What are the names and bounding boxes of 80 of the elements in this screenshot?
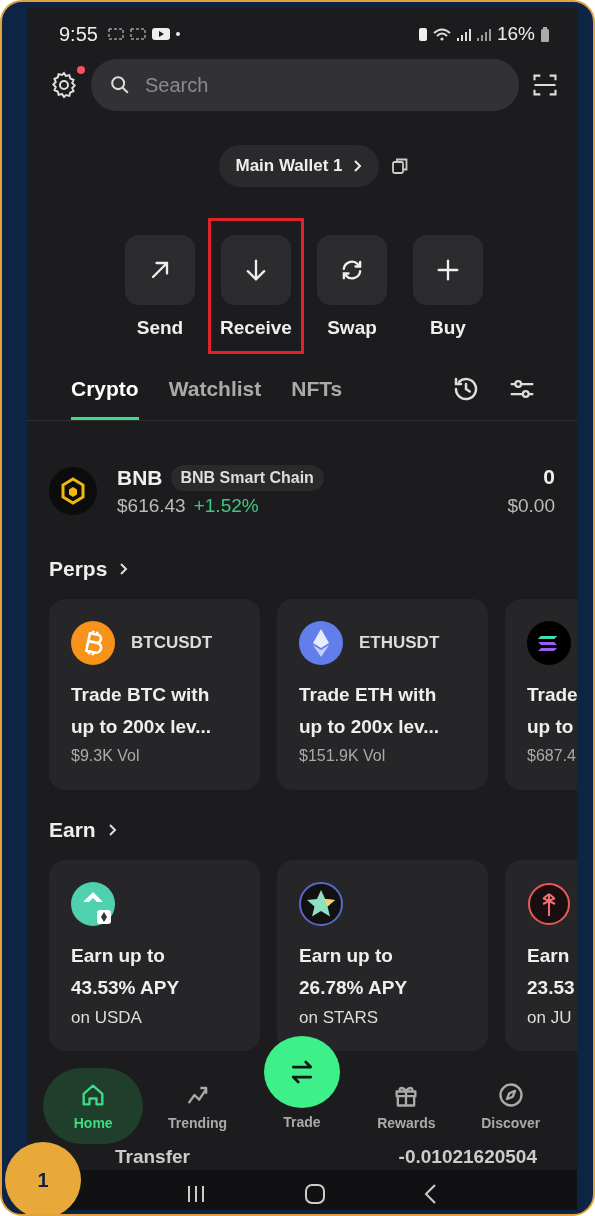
card-text: Earn up to — [71, 944, 165, 968]
wallet-selector[interactable]: Main Wallet 1 — [219, 145, 379, 187]
battery-percent: 16% — [496, 23, 535, 45]
play-icon — [151, 28, 170, 40]
card-text: Trade ETH with — [299, 683, 437, 707]
price-change: +1.52% — [193, 495, 259, 517]
nav-item[interactable]: Rewards — [356, 1068, 457, 1144]
perp-card[interactable]: ETHUSDT Trade ETH with up to 200x lev... $151.9K Vol — [277, 599, 488, 790]
settings-icon[interactable] — [49, 70, 79, 100]
token-value: $0.00 — [507, 495, 555, 517]
asset-text: on USDA — [71, 1008, 142, 1028]
search-field[interactable]: Search — [91, 59, 519, 111]
nav-item[interactable]: Trending — [147, 1068, 248, 1144]
back-icon[interactable] — [422, 1183, 439, 1205]
nav-item[interactable]: Home — [43, 1068, 144, 1144]
card-text: 26.78% APY — [299, 976, 408, 1000]
token-balance: 0 — [543, 465, 555, 489]
b-coin-icon — [71, 621, 115, 665]
screenshot-icon — [129, 28, 146, 40]
tab[interactable]: Crypto — [71, 358, 139, 420]
palm-coin-icon — [527, 882, 571, 926]
card-text: 23.53 — [527, 976, 575, 1000]
section-link[interactable]: Earn — [49, 808, 118, 852]
network-tag: BNB Smart Chain — [170, 465, 324, 491]
nav-item[interactable]: Discover — [460, 1068, 561, 1144]
action-button[interactable] — [317, 235, 387, 305]
signal-icon — [476, 27, 491, 41]
action-label: Send — [136, 317, 184, 339]
card-text: Trade — [527, 683, 577, 707]
perp-card[interactable]: Trade up to $687.4 — [505, 599, 577, 790]
cube-coin-icon — [49, 467, 97, 515]
chevron-icon — [107, 822, 118, 838]
earn-card[interactable]: Earn up to 43.53% APY on USDA — [49, 860, 260, 1051]
asset-text: on STARS — [299, 1008, 379, 1028]
token-symbol: BNB — [117, 466, 163, 490]
copy-icon[interactable] — [390, 157, 409, 175]
status-time: 9:55 — [59, 22, 98, 46]
chevron-icon — [352, 159, 363, 173]
step-badge: 1 — [5, 1142, 81, 1214]
earn-card[interactable]: Earn up to 26.78% APY on STARS — [277, 860, 488, 1051]
compass-icon — [496, 1081, 525, 1109]
action-label: Swap — [327, 317, 377, 339]
earn-card[interactable]: Earn 23.53 on JU — [505, 860, 577, 1051]
token-price: $616.43 — [117, 495, 186, 517]
chevron-icon — [119, 561, 130, 577]
wifi-icon — [432, 27, 451, 41]
pair-name: ETHUSDT — [359, 633, 440, 653]
asset-text: on JU — [527, 1008, 572, 1028]
card-text: Earn up to — [299, 944, 393, 968]
dot-icon — [175, 32, 180, 36]
card-text: up to 200x lev... — [71, 715, 212, 739]
card-text: up to 200x lev... — [299, 715, 440, 739]
card-text: Trade BTC with — [71, 683, 210, 707]
tab[interactable]: Watchlist — [168, 358, 262, 420]
stripes-coin-icon — [527, 621, 571, 665]
action-label: Receive — [220, 317, 292, 339]
token-row[interactable]: BNB BNB Smart Chain $616.43 +1.52% 0 $0.00 — [27, 443, 577, 539]
house-coin-icon — [71, 882, 115, 926]
section-link[interactable]: Perps — [49, 547, 130, 591]
card-text: up to — [527, 715, 574, 739]
signal-icon — [456, 27, 471, 41]
transaction-amount: -0.01021620504 — [398, 1146, 537, 1168]
battery-icon — [541, 26, 549, 42]
transaction-label: Transfer — [115, 1146, 190, 1168]
perp-card[interactable]: BTCUSDT Trade BTC with up to 200x lev... $9.3K Vol — [49, 599, 260, 790]
action-button[interactable] — [221, 235, 291, 305]
screenshot-icon — [107, 28, 124, 40]
star-coin-icon — [299, 882, 343, 926]
search-icon — [109, 74, 131, 96]
volume-text: $9.3K Vol — [71, 747, 140, 765]
card-text: Earn — [527, 944, 570, 968]
home-button-icon[interactable] — [304, 1183, 326, 1205]
action-label: Buy — [430, 317, 466, 339]
card-text: 43.53% APY — [71, 976, 180, 1000]
volume-text: $151.9K Vol — [299, 747, 386, 765]
volume-text: $687.4 — [527, 747, 576, 765]
battery-saver-icon — [418, 27, 427, 41]
diamond-coin-icon — [299, 621, 343, 665]
tab[interactable]: NFTs — [291, 358, 343, 420]
pair-name: BTCUSDT — [131, 633, 213, 653]
